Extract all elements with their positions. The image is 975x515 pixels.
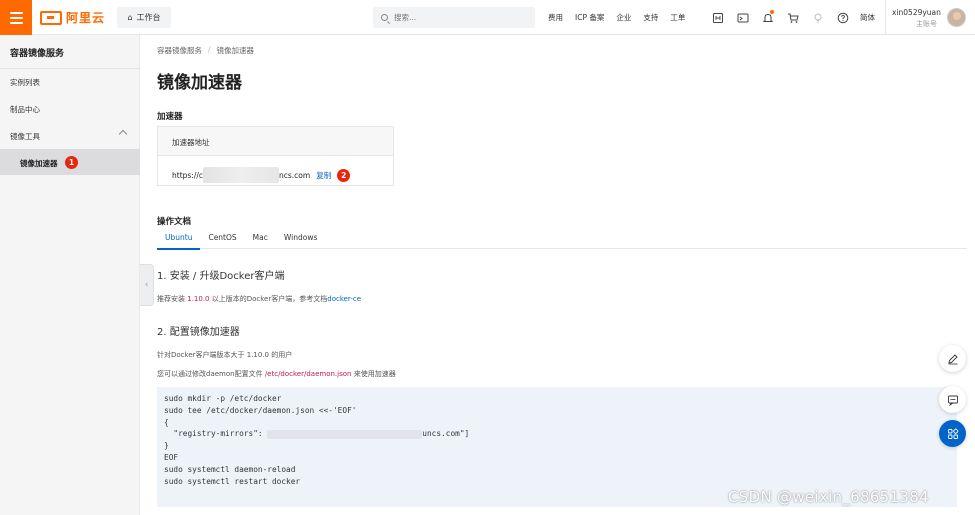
code-line: sudo systemctl daemon-reload xyxy=(164,464,296,474)
accelerator-url-row: https://c ncs.com 复制 2 xyxy=(172,167,351,183)
docs-section-title: 操作文档 xyxy=(157,217,192,227)
step2-title: 2. 配置镜像加速器 xyxy=(157,327,240,338)
pencil-icon xyxy=(947,353,958,364)
sidebar-divider xyxy=(0,68,140,69)
sidebar-active-label: 镜像加速器 xyxy=(20,159,58,168)
hamburger-menu-button[interactable] xyxy=(0,0,32,35)
code-line: } xyxy=(164,441,169,451)
bell-icon[interactable] xyxy=(761,10,774,24)
breadcrumb-separator: / xyxy=(208,45,211,54)
code-line-mirrors-key: "registry-mirrors": xyxy=(164,429,268,439)
chevron-up-icon[interactable] xyxy=(118,129,128,139)
docker-ce-link[interactable]: docker-ce xyxy=(327,295,361,303)
code-line-mirrors-suffix: uncs.com"] xyxy=(422,429,470,439)
apps-grid-icon xyxy=(947,428,958,439)
terminal-icon[interactable] xyxy=(736,11,749,24)
step1-text-a: 推荐安装 xyxy=(157,295,188,303)
top-nav-links: 费用 ICP 备案 企业 支持 工单 xyxy=(548,0,697,35)
nav-link-fees[interactable]: 费用 xyxy=(548,12,563,23)
search-icon xyxy=(381,14,388,21)
redacted-block xyxy=(203,167,280,183)
logo-text: 阿里云 xyxy=(66,11,106,25)
step-badge-2: 2 xyxy=(337,168,351,182)
copy-button[interactable]: 复制 xyxy=(316,170,331,181)
top-nav-icons xyxy=(711,0,849,35)
accelerator-section-title: 加速器 xyxy=(157,112,183,122)
sidebar-item-artifacts[interactable]: 制品中心 xyxy=(10,104,40,115)
step1-text: 推荐安装 1.10.0 以上版本的Docker客户端，参考文档docker-ce xyxy=(157,294,361,304)
os-tabs: Ubuntu CentOS Mac Windows xyxy=(157,232,967,250)
logo-icon xyxy=(40,10,62,25)
csdn-watermark: CSDN @weixin_68651384 xyxy=(728,488,929,506)
accelerator-url-prefix: https://c xyxy=(172,170,204,180)
user-menu[interactable]: xin0529yuan 主账号 xyxy=(885,0,975,35)
step2-text2-a: 您可以通过修改daemon配置文件 xyxy=(157,370,265,378)
apps-float-button[interactable] xyxy=(939,420,966,447)
sidebar-item-image-accelerator[interactable]: 镜像加速器 1 xyxy=(0,149,140,175)
lightbulb-icon[interactable] xyxy=(811,11,824,24)
breadcrumb-item[interactable]: 容器镜像服务 xyxy=(157,45,202,56)
nav-link-ticket[interactable]: 工单 xyxy=(670,12,685,23)
workbench-button[interactable]: ⌂ 工作台 xyxy=(117,7,171,28)
step2-text1: 针对Docker客户端版本大于 1.10.0 的用户 xyxy=(157,351,293,359)
main-content: 容器镜像服务 / 镜像加速器 镜像加速器 加速器 加速器地址 https://c… xyxy=(157,35,967,515)
help-icon[interactable] xyxy=(836,11,849,24)
nav-link-enterprise[interactable]: 企业 xyxy=(616,12,631,23)
code-line: { xyxy=(164,417,169,427)
edit-float-button[interactable] xyxy=(939,345,966,372)
sidebar-item-image-tools[interactable]: 镜像工具 xyxy=(10,131,40,142)
notification-dot xyxy=(770,10,774,14)
nav-link-support[interactable]: 支持 xyxy=(643,12,658,23)
chevron-left-icon: ‹ xyxy=(144,280,149,290)
workbench-label: 工作台 xyxy=(136,13,161,22)
step2-text2-b: 来使用加速器 xyxy=(351,370,396,378)
nav-link-icp[interactable]: ICP 备案 xyxy=(575,12,604,23)
top-bar: 阿里云 ⌂ 工作台 费用 ICP 备案 企业 支持 工单 xyxy=(0,0,975,35)
code-line: sudo tee /etc/docker/daemon.json <<-'EOF… xyxy=(164,405,357,415)
accelerator-table-header: 加速器地址 xyxy=(158,127,393,156)
user-name: xin0529yuan xyxy=(892,8,941,17)
tab-mac[interactable]: Mac xyxy=(245,232,276,249)
search-box[interactable] xyxy=(373,7,535,28)
step1-text-b: 以上版本的Docker客户端，参考文档 xyxy=(209,295,328,303)
message-icon xyxy=(947,395,958,406)
redacted-block xyxy=(267,429,423,439)
accelerator-column-header: 加速器地址 xyxy=(172,138,210,147)
feedback-float-button[interactable] xyxy=(939,386,966,413)
sidebar: 容器镜像服务 实例列表 制品中心 镜像工具 镜像加速器 1 xyxy=(0,35,140,515)
aliyun-logo[interactable]: 阿里云 xyxy=(40,9,105,26)
step1-version: 1.10.0 xyxy=(187,295,210,303)
code-line: sudo systemctl restart docker xyxy=(164,476,301,486)
tab-ubuntu[interactable]: Ubuntu xyxy=(157,232,201,250)
tab-centos[interactable]: CentOS xyxy=(200,232,244,249)
code-line: EOF xyxy=(164,452,179,462)
sidebar-collapse-button[interactable]: ‹ xyxy=(140,264,154,306)
code-icon[interactable] xyxy=(711,11,724,24)
home-icon: ⌂ xyxy=(127,13,133,22)
accelerator-url-suffix: ncs.com xyxy=(279,170,311,180)
page-title: 镜像加速器 xyxy=(157,73,242,93)
language-switch[interactable]: 简体 xyxy=(860,12,875,23)
sidebar-title: 容器镜像服务 xyxy=(10,49,65,59)
breadcrumb-item: 镜像加速器 xyxy=(216,46,255,55)
accelerator-table: 加速器地址 https://c ncs.com 复制 2 xyxy=(157,126,394,186)
sidebar-item-instances[interactable]: 实例列表 xyxy=(10,77,40,88)
step-badge-1: 1 xyxy=(65,156,78,169)
tab-windows[interactable]: Windows xyxy=(276,232,325,249)
daemon-json-path: /etc/docker/daemon.json xyxy=(264,370,352,378)
step2-text2: 您可以通过修改daemon配置文件 /etc/docker/daemon.jso… xyxy=(157,369,396,379)
avatar[interactable] xyxy=(947,8,966,27)
user-role: 主账号 xyxy=(916,20,937,28)
menu-icon xyxy=(9,11,23,14)
cart-icon[interactable] xyxy=(786,11,799,24)
code-line-mirrors: "registry-mirrors": uncs.com"] xyxy=(164,428,951,440)
step1-title: 1. 安装 / 升级Docker客户端 xyxy=(157,271,285,282)
breadcrumb: 容器镜像服务 / 镜像加速器 xyxy=(157,45,254,56)
search-input[interactable] xyxy=(394,13,524,22)
code-line: sudo mkdir -p /etc/docker xyxy=(164,394,282,403)
